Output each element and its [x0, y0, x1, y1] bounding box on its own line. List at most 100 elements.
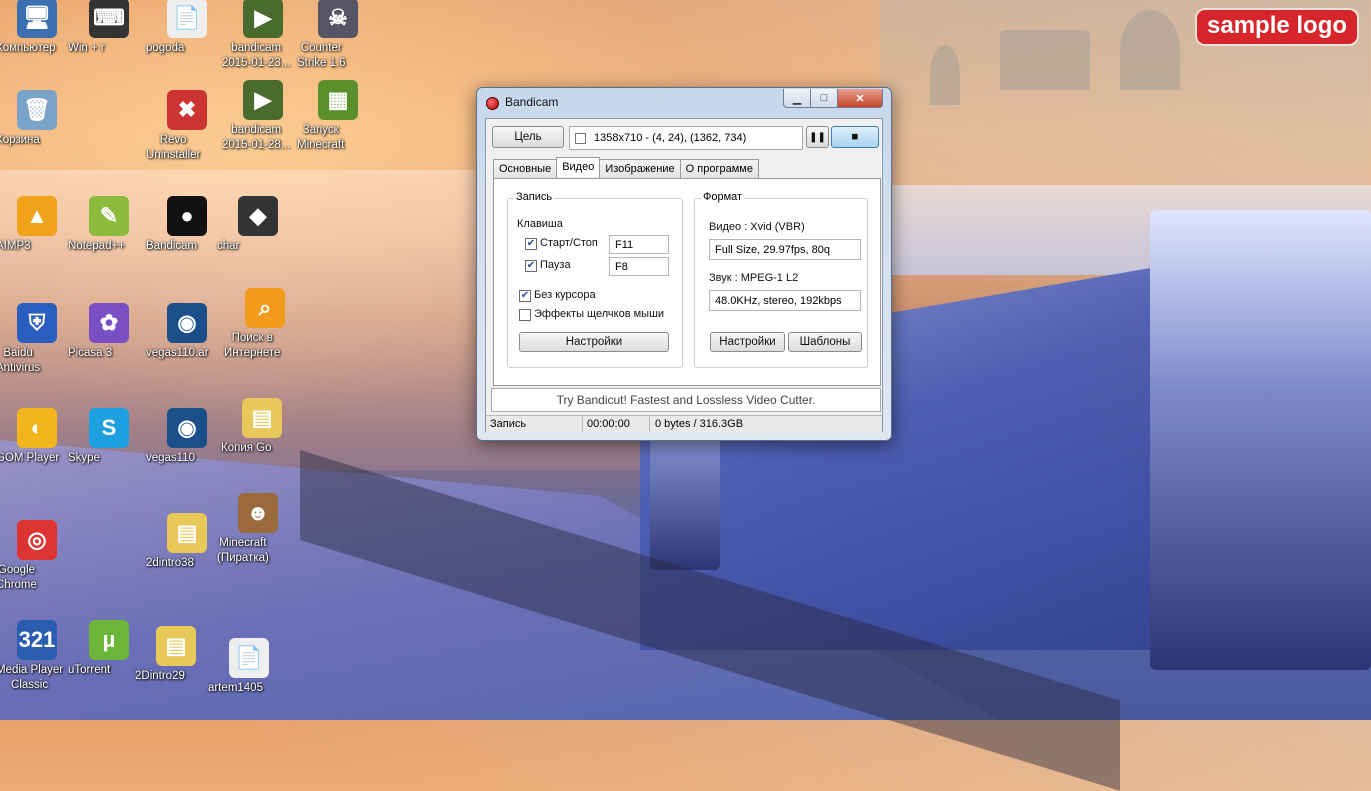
desktop-icon-image: ◉ [167, 303, 207, 343]
desktop-icon-label: Picasa 3 [68, 347, 113, 359]
close-button[interactable]: ✕ [837, 89, 883, 108]
desktop-icon-image: ▦ [318, 80, 358, 120]
start-stop-checkbox[interactable]: ✔ [525, 238, 537, 250]
target-info: 1358x710 - (4, 24), (1362, 734) [594, 132, 747, 144]
pause-hotkey-field[interactable]: F8 [609, 257, 669, 276]
desktop-icon-image: ▤ [167, 513, 207, 553]
start-stop-hotkey-field[interactable]: F11 [609, 235, 669, 254]
target-button[interactable]: Цель [492, 126, 564, 148]
close-icon: ✕ [855, 92, 865, 105]
cathedral-dome [1120, 10, 1180, 90]
desktop-icon-label: bandicam 2015-01-28... [222, 124, 291, 151]
desktop-icon-label: Minecraft (Пиратка) [217, 537, 269, 564]
format-group-title: Формат [701, 191, 745, 203]
desktop-icon[interactable]: ☻ Minecraft (Пиратка) [217, 493, 299, 564]
desktop-icon-label: Корзина [0, 134, 40, 146]
desktop-icon-label: artem1405 [208, 682, 263, 694]
desktop-icon-label: vegas110 [146, 452, 196, 464]
tab-about[interactable]: О программе [679, 159, 759, 179]
desktop-icon-label: Media Player Classic [0, 664, 64, 691]
desktop-icon-image: 📄 [167, 0, 207, 38]
stop-button[interactable]: ■ [831, 126, 879, 148]
desktop-icon-image: ▲ [17, 196, 57, 236]
desktop-icon[interactable]: ▤ 2Dintro29 [135, 626, 217, 682]
desktop-icon[interactable]: ✿ Picasa 3 [68, 303, 150, 359]
desktop-icon-label: uTorrent [68, 664, 111, 676]
tab-image[interactable]: Изображение [599, 159, 681, 179]
desktop-icon-image: ▶ [243, 0, 283, 38]
video-tab-panel: Запись Клавиша ✔ Старт/Стоп F11 ✔ Пауза … [493, 178, 881, 386]
bandicut-promo-link[interactable]: Try Bandicut! Fastest and Lossless Video… [491, 388, 881, 412]
desktop-icon[interactable]: 📄 artem1405 [208, 638, 290, 694]
desktop-icon[interactable]: ◐ GOM Player [0, 408, 78, 464]
desktop-icon[interactable]: ● Bandicam [146, 196, 228, 252]
mouse-effects-checkbox[interactable] [519, 309, 531, 321]
record-group: Запись Клавиша ✔ Старт/Стоп F11 ✔ Пауза … [507, 191, 683, 368]
desktop-icon-label: char [217, 240, 240, 252]
desktop-icon-label: Google Chrome [0, 564, 37, 591]
desktop-icon[interactable]: 321 Media Player Classic [0, 620, 78, 691]
tab-basic[interactable]: Основные [493, 159, 558, 179]
tab-video[interactable]: Видео [556, 157, 601, 177]
start-stop-label: Старт/Стоп [540, 237, 598, 249]
desktop-icon-image: ⌕ [245, 288, 285, 328]
desktop-icon-label: Win + r [68, 42, 105, 54]
desktop-icon[interactable]: ▲ AIMP3 [0, 196, 78, 252]
minimize-icon: ▁ [792, 92, 802, 105]
status-state: Запись [486, 416, 583, 432]
audio-format-field: 48.0KHz, stereo, 192kbps [709, 290, 861, 311]
desktop-icon[interactable]: ⛨ Baidu Antivirus [0, 303, 78, 374]
desktop-icon[interactable]: ▦ Запуск Minecraft [297, 80, 379, 151]
desktop-icon-image: ▤ [156, 626, 196, 666]
desktop-icon[interactable]: ⌕ Поиск в Интернете [224, 288, 306, 359]
pause-checkbox[interactable]: ✔ [525, 260, 537, 272]
maximize-button[interactable]: □ [810, 89, 838, 108]
desktop-icon[interactable]: 📄 pogoda [146, 0, 228, 54]
no-cursor-checkbox[interactable]: ✔ [519, 290, 531, 302]
bandicam-icon [486, 97, 499, 110]
desktop-icon[interactable]: ☠ Counter Strike 1.6 [297, 0, 379, 69]
tower [930, 45, 960, 105]
desktop-icon[interactable]: ⌨ Win + r [68, 0, 150, 54]
format-settings-button[interactable]: Настройки [710, 332, 785, 352]
minimize-button[interactable]: ▁ [783, 89, 811, 108]
sample-logo: sample logo [1197, 10, 1358, 44]
desktop-icon-image: 🗑 [17, 90, 57, 130]
bandicam-window[interactable]: Bandicam ▁ □ ✕ Цель 1358x710 - (4, 24), … [476, 87, 892, 441]
format-group: Формат Видео : Xvid (VBR) Full Size, 29.… [694, 191, 868, 368]
desktop-icon[interactable]: ◎ Google Chrome [0, 520, 78, 591]
title-bar[interactable]: Bandicam ▁ □ ✕ [477, 88, 891, 116]
desktop-icon[interactable]: ◆ char [217, 196, 299, 252]
desktop-icon[interactable]: ✎ Notepad++ [68, 196, 150, 252]
desktop-icon[interactable]: S Skype [68, 408, 150, 464]
desktop-icon-image: ✿ [89, 303, 129, 343]
desktop-icon[interactable]: ✖ Revo Uninstaller [146, 90, 228, 161]
pause-icon: ❚❚ [809, 131, 826, 143]
desktop-icon-image: ☠ [318, 0, 358, 38]
desktop-icon-label: vegas110.ar [146, 347, 209, 359]
desktop-icon-image: 📄 [229, 638, 269, 678]
pause-button[interactable]: ❚❚ [806, 126, 829, 148]
desktop-icon[interactable]: 🖥 Компьютер [0, 0, 78, 54]
desktop-icon-label: GOM Player [0, 452, 60, 464]
desktop-icon[interactable]: ▶ bandicam 2015-01-28... [222, 80, 304, 151]
desktop-icon[interactable]: ▶ bandicam 2015-01-23... [222, 0, 304, 69]
desktop-icon-image: ◉ [167, 408, 207, 448]
desktop-icon-image: ✖ [167, 90, 207, 130]
desktop-icon[interactable]: ▤ Копия Go [221, 398, 303, 454]
desktop-icon[interactable]: ◉ vegas110.ar [146, 303, 228, 359]
tab-bar: Основные Видео Изображение О программе [493, 157, 759, 179]
desktop-icon[interactable]: ◉ vegas110 [146, 408, 228, 464]
desktop-icon-label: Компьютер [0, 42, 56, 54]
desktop-icon-image: ☻ [238, 493, 278, 533]
record-settings-button[interactable]: Настройки [519, 332, 669, 352]
target-checkbox[interactable] [575, 132, 586, 144]
desktop-icon-label: 2dintro38 [146, 557, 194, 569]
desktop-icon[interactable]: 🗑 Корзина [0, 90, 78, 146]
desktop-icon-label: Поиск в Интернете [224, 332, 281, 359]
desktop-icon-image: ▶ [243, 80, 283, 120]
record-group-title: Запись [514, 191, 555, 203]
desktop-icon[interactable]: ▤ 2dintro38 [146, 513, 228, 569]
templates-button[interactable]: Шаблоны [788, 332, 862, 352]
mouse-effects-label: Эффекты щелчков мыши [534, 308, 665, 320]
